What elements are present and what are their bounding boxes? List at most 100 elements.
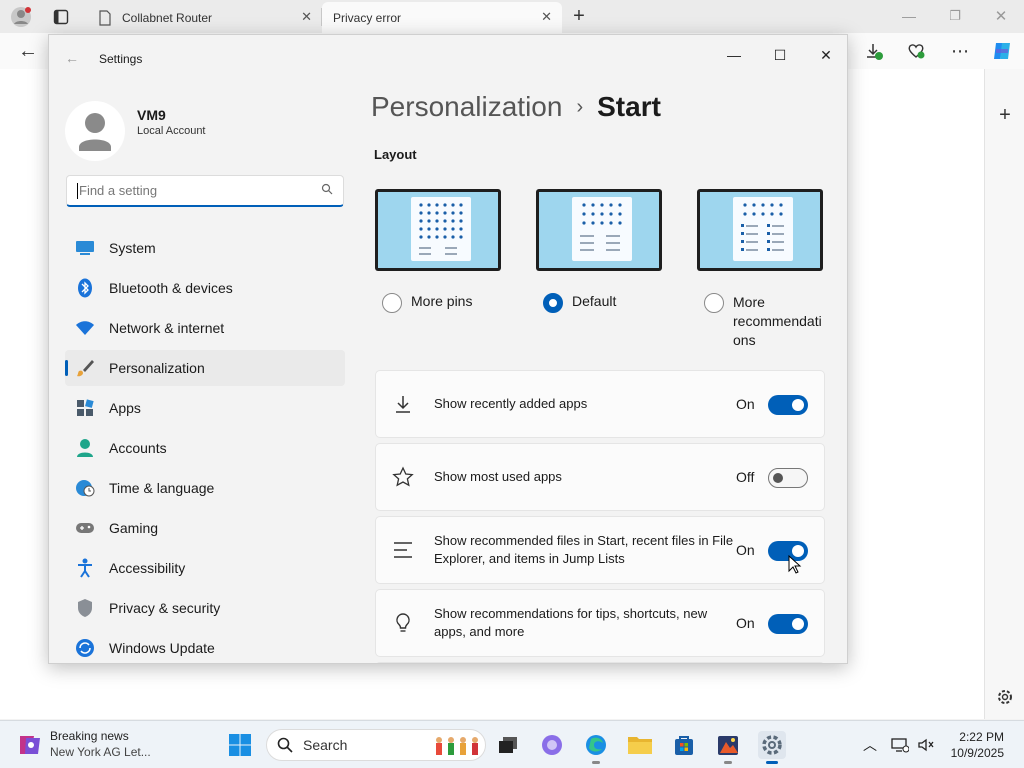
bluetooth-icon xyxy=(75,278,95,298)
avatar[interactable] xyxy=(65,101,125,161)
layout-thumbnail-more-recommendations[interactable] xyxy=(697,189,823,271)
breadcrumb-parent[interactable]: Personalization xyxy=(371,91,562,123)
sidebar-item-label: Bluetooth & devices xyxy=(109,280,233,296)
new-tab-icon[interactable]: + xyxy=(568,5,590,27)
text-caret xyxy=(77,182,78,199)
gear-icon[interactable] xyxy=(993,685,1017,709)
sidebar-item-system[interactable]: System xyxy=(65,230,345,266)
sidebar-item-label: System xyxy=(109,240,156,256)
clock-globe-icon xyxy=(75,478,95,498)
setting-label: Show recommended files in Start, recent … xyxy=(434,533,734,566)
media-app-icon[interactable] xyxy=(714,731,742,764)
browser-sidebar: + xyxy=(984,69,1024,719)
performance-icon[interactable] xyxy=(904,39,928,63)
sidebar-item-accessibility[interactable]: Accessibility xyxy=(65,550,345,586)
layout-thumbnail-default[interactable] xyxy=(536,189,662,271)
more-options-icon[interactable]: ⋯ xyxy=(948,39,972,63)
copilot-app-icon[interactable] xyxy=(538,731,566,759)
tab-title: Privacy error xyxy=(333,10,402,25)
sidebar-item-apps[interactable]: Apps xyxy=(65,390,345,426)
news-widget-icon[interactable] xyxy=(16,731,44,759)
taskbar-search[interactable]: Search xyxy=(266,729,486,761)
mouse-cursor-icon xyxy=(788,555,802,574)
layout-thumbnail-more-pins[interactable] xyxy=(375,189,501,271)
sidebar-item-label: Apps xyxy=(109,400,141,416)
toggle-switch[interactable] xyxy=(768,468,808,488)
clock-time[interactable]: 2:22 PM xyxy=(952,730,1004,744)
profile-name: VM9 xyxy=(137,107,166,123)
edge-browser-icon[interactable] xyxy=(582,731,610,764)
restore-icon[interactable]: ❐ xyxy=(944,6,966,26)
back-arrow-icon[interactable]: ← xyxy=(65,50,79,66)
downloads-icon[interactable] xyxy=(862,39,886,63)
radio-button[interactable] xyxy=(704,293,724,313)
maximize-button[interactable]: ☐ xyxy=(757,41,803,69)
minimize-button[interactable]: — xyxy=(711,41,757,69)
setting-card-most-used: Show most used apps Off xyxy=(375,443,825,511)
lightbulb-icon xyxy=(392,612,414,634)
sidebar-item-personalization[interactable]: Personalization xyxy=(65,350,345,386)
tab-collabnet-router[interactable]: Collabnet Router ✕ xyxy=(84,2,322,33)
layout-heading: Layout xyxy=(374,147,417,162)
volume-muted-icon[interactable] xyxy=(912,731,940,759)
sidebar-item-privacy[interactable]: Privacy & security xyxy=(65,590,345,626)
task-view-icon[interactable] xyxy=(494,731,522,759)
start-menu-preview xyxy=(733,197,793,261)
back-arrow-icon[interactable]: ← xyxy=(16,39,40,63)
thumbnail-preview xyxy=(539,192,659,268)
add-sidebar-app-icon[interactable]: + xyxy=(993,103,1017,127)
close-tab-icon[interactable]: ✕ xyxy=(541,9,552,25)
radio-label: Default xyxy=(572,293,617,309)
close-button[interactable]: ✕ xyxy=(803,41,847,69)
radio-button[interactable] xyxy=(543,293,563,313)
toggle-state: Off xyxy=(736,469,755,485)
settings-window: ← Settings — ☐ ✕ VM9 Local Account Find … xyxy=(48,34,848,664)
search-input[interactable]: Find a setting xyxy=(66,175,344,207)
update-icon xyxy=(75,638,95,658)
setting-label: Show recently added apps xyxy=(434,396,588,411)
toggle-switch[interactable] xyxy=(768,614,808,634)
sidebar-item-time-language[interactable]: Time & language xyxy=(65,470,345,506)
show-hidden-icons-icon[interactable]: ︿ xyxy=(856,731,884,759)
radio-default[interactable]: Default xyxy=(543,293,616,313)
wifi-icon xyxy=(75,318,95,338)
toggle-switch[interactable] xyxy=(768,395,808,415)
running-indicator xyxy=(724,761,732,764)
radio-more-recommendations[interactable]: More recommendati ons xyxy=(704,293,825,350)
windows-start-icon[interactable] xyxy=(226,731,254,759)
list-icon xyxy=(392,539,414,561)
sidebar-item-accounts[interactable]: Accounts xyxy=(65,430,345,466)
sidebar-item-label: Personalization xyxy=(109,360,205,376)
start-menu-preview xyxy=(572,197,632,261)
profile-icon[interactable] xyxy=(8,4,34,30)
tab-actions-icon[interactable] xyxy=(50,6,72,28)
thumbnail-preview xyxy=(378,192,498,268)
sidebar-item-network[interactable]: Network & internet xyxy=(65,310,345,346)
start-menu-preview xyxy=(411,197,471,261)
radio-more-pins[interactable]: More pins xyxy=(382,293,472,313)
paintbrush-icon xyxy=(75,358,95,378)
setting-card-recently-added: Show recently added apps On xyxy=(375,370,825,438)
controller-icon xyxy=(75,518,95,538)
copilot-icon[interactable] xyxy=(988,37,1016,65)
sidebar-item-gaming[interactable]: Gaming xyxy=(65,510,345,546)
clock-date[interactable]: 10/9/2025 xyxy=(940,746,1004,760)
star-icon xyxy=(392,466,414,488)
minimize-icon[interactable]: — xyxy=(898,6,920,26)
active-indicator xyxy=(766,761,778,764)
settings-app-icon[interactable] xyxy=(758,731,786,764)
system-icon xyxy=(75,238,95,258)
tab-privacy-error[interactable]: Privacy error ✕ xyxy=(322,2,562,33)
sidebar-item-windows-update[interactable]: Windows Update xyxy=(65,630,345,663)
radio-button[interactable] xyxy=(382,293,402,313)
store-icon[interactable] xyxy=(670,731,698,759)
close-window-icon[interactable]: ✕ xyxy=(990,5,1012,27)
news-title[interactable]: Breaking news xyxy=(50,729,129,743)
download-icon xyxy=(392,393,414,415)
sidebar-item-bluetooth[interactable]: Bluetooth & devices xyxy=(65,270,345,306)
close-tab-icon[interactable]: ✕ xyxy=(301,9,312,25)
breadcrumb-separator: › xyxy=(576,95,584,118)
file-explorer-icon[interactable] xyxy=(626,731,654,759)
network-status-icon[interactable] xyxy=(886,731,914,759)
news-subtitle[interactable]: New York AG Let... xyxy=(50,745,151,759)
